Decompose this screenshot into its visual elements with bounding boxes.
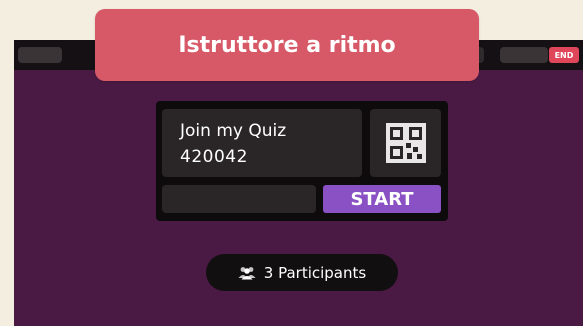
quiz-lobby-screen: END Join my Quiz 420042 START 3 Particip… <box>14 40 583 326</box>
instructor-mode-banner: Istruttore a ritmo <box>95 9 479 81</box>
participants-label: 3 Participants <box>263 263 367 282</box>
participants-badge[interactable]: 3 Participants <box>206 254 398 291</box>
toolbar-button-left[interactable] <box>18 47 62 63</box>
start-button[interactable]: START <box>323 185 441 213</box>
join-label: Join my Quiz <box>180 121 287 141</box>
join-info-box: Join my Quiz 420042 <box>162 109 362 177</box>
qr-code-button[interactable] <box>370 109 441 177</box>
qr-code-icon <box>385 123 426 163</box>
name-input[interactable] <box>162 185 316 213</box>
join-panel: Join my Quiz 420042 START <box>156 101 448 221</box>
toolbar-button-right-2[interactable] <box>500 47 548 63</box>
users-icon <box>238 266 256 279</box>
end-button[interactable]: END <box>549 47 579 63</box>
join-code: 420042 <box>180 147 248 167</box>
